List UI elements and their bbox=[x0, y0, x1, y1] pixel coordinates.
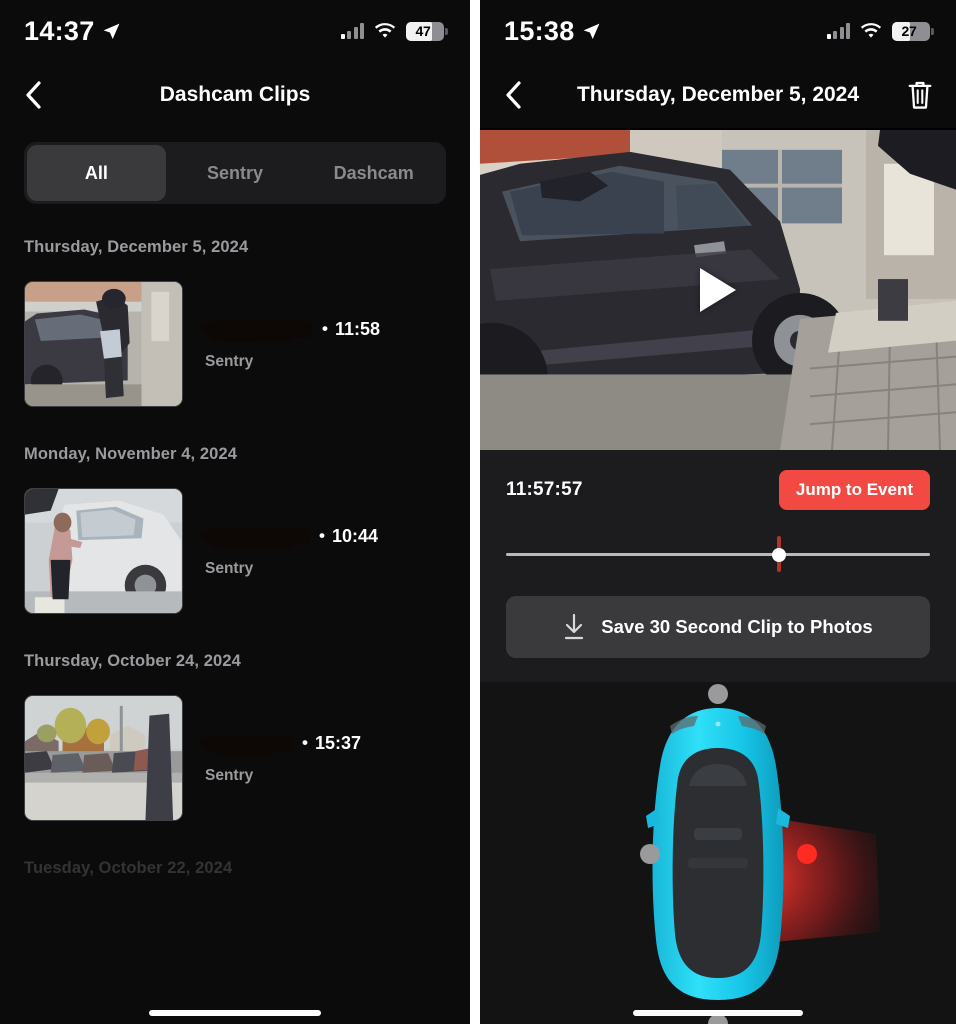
clip-meta: • 11:58 Sentry bbox=[205, 317, 446, 371]
status-time-right: 15:38 bbox=[504, 16, 601, 47]
page-title: Dashcam Clips bbox=[159, 83, 311, 106]
clip-thumbnail[interactable] bbox=[24, 488, 183, 614]
clip-type: Sentry bbox=[205, 767, 254, 784]
tab-sentry[interactable]: Sentry bbox=[166, 145, 305, 201]
clip-type: Sentry bbox=[205, 560, 254, 577]
tab-dashcam[interactable]: Dashcam bbox=[304, 145, 443, 201]
battery-percent-right: 27 bbox=[901, 23, 917, 39]
clip-meta: • 10:44 Sentry bbox=[205, 524, 446, 578]
day-date-label: Tuesday, October 22, 2024 bbox=[24, 859, 233, 877]
left-camera-dot bbox=[640, 844, 660, 864]
location-arrow-icon bbox=[103, 23, 119, 39]
home-indicator-left bbox=[149, 1010, 321, 1016]
day-date-label: Thursday, October 24, 2024 bbox=[24, 652, 241, 670]
chevron-left-icon[interactable] bbox=[22, 79, 46, 111]
redacted-location bbox=[205, 734, 293, 752]
controls-top-row: 11:57:57 Jump to Event bbox=[506, 470, 930, 510]
wifi-icon bbox=[374, 22, 396, 38]
scrubber-knob[interactable] bbox=[772, 548, 787, 562]
playback-controls: 11:57:57 Jump to Event Save 30 Second Cl… bbox=[480, 450, 956, 682]
camera-picker[interactable] bbox=[480, 682, 956, 1024]
day-group: Monday, November 4, 2024 • 10:44 Sentry bbox=[24, 445, 446, 614]
car-top-view-camera-selector bbox=[480, 682, 956, 1024]
redacted-location bbox=[205, 320, 313, 338]
battery-indicator-left: 47 bbox=[406, 21, 448, 41]
clip-list-screen: 14:37 47 Dashcam Clips All Sentry Dashca… bbox=[0, 0, 470, 1024]
download-icon bbox=[565, 614, 584, 640]
day-group-partial: Tuesday, October 22, 2024 bbox=[24, 859, 446, 878]
video-player[interactable] bbox=[480, 128, 956, 450]
list-item[interactable]: • 15:37 Sentry bbox=[24, 695, 446, 821]
playback-timestamp: 11:57:57 bbox=[506, 479, 583, 500]
play-triangle-icon[interactable] bbox=[700, 268, 736, 312]
day-group: Thursday, October 24, 2024 • 15:37 Sentr… bbox=[24, 652, 446, 821]
list-item[interactable]: • 10:44 Sentry bbox=[24, 488, 446, 614]
clip-time: 10:44 bbox=[331, 525, 378, 546]
tab-all[interactable]: All bbox=[27, 145, 166, 201]
location-arrow-icon bbox=[583, 23, 599, 39]
status-indicators-left: 47 bbox=[340, 21, 448, 41]
page-title: Thursday, December 5, 2024 bbox=[576, 83, 860, 106]
redacted-location bbox=[205, 527, 310, 545]
clip-time: 11:58 bbox=[334, 318, 380, 339]
clip-filter-segmented-control[interactable]: All Sentry Dashcam bbox=[24, 142, 446, 204]
dual-phone-screenshot: 14:37 47 Dashcam Clips All Sentry Dashca… bbox=[0, 0, 956, 1024]
meta-separator: • bbox=[302, 733, 308, 752]
jump-to-event-button[interactable]: Jump to Event bbox=[778, 470, 930, 510]
person-at-white-car-door-thumbnail bbox=[25, 489, 182, 613]
scrubber-track[interactable] bbox=[506, 553, 930, 556]
status-time-text: 15:38 bbox=[504, 15, 575, 46]
dark-car-beside-building-thumbnail bbox=[25, 282, 182, 406]
day-date-label: Thursday, December 5, 2024 bbox=[24, 238, 249, 256]
clip-meta: • 15:37 Sentry bbox=[205, 731, 446, 785]
meta-separator: • bbox=[319, 526, 325, 545]
front-camera-dot bbox=[708, 684, 728, 704]
nav-bar-right: Thursday, December 5, 2024 bbox=[480, 62, 956, 128]
clip-player-screen: 15:38 27 Thursday, December 5, 2024 11:5… bbox=[480, 0, 956, 1024]
day-group: Thursday, December 5, 2024 • 11:58 Sentr… bbox=[24, 238, 446, 407]
battery-percent-left: 47 bbox=[415, 23, 431, 39]
clip-list[interactable]: Thursday, December 5, 2024 • 11:58 Sentr… bbox=[0, 238, 470, 878]
meta-separator: • bbox=[322, 319, 328, 338]
status-bar-left: 14:37 47 bbox=[0, 0, 470, 62]
nav-bar-left: Dashcam Clips bbox=[0, 62, 470, 128]
status-time-left: 14:37 bbox=[24, 16, 121, 47]
save-clip-label: Save 30 Second Clip to Photos bbox=[601, 616, 873, 637]
parking-lot-with-trees-thumbnail bbox=[25, 696, 182, 820]
save-clip-button[interactable]: Save 30 Second Clip to Photos bbox=[506, 596, 930, 658]
home-indicator-right bbox=[633, 1010, 803, 1016]
clip-time: 15:37 bbox=[314, 732, 361, 753]
status-time-text: 14:37 bbox=[24, 15, 95, 46]
right-camera-dot-active bbox=[797, 844, 817, 864]
list-item[interactable]: • 11:58 Sentry bbox=[24, 281, 446, 407]
playback-scrubber[interactable] bbox=[506, 536, 930, 572]
battery-indicator-right: 27 bbox=[892, 21, 934, 41]
clip-type: Sentry bbox=[205, 353, 254, 370]
status-bar-right: 15:38 27 bbox=[480, 0, 956, 62]
clip-thumbnail[interactable] bbox=[24, 695, 183, 821]
status-indicators-right: 27 bbox=[826, 21, 934, 41]
tesla-car-outline bbox=[646, 708, 790, 1000]
chevron-left-icon[interactable] bbox=[502, 79, 526, 111]
panel-divider bbox=[470, 0, 480, 1024]
trash-icon[interactable] bbox=[906, 79, 934, 111]
cellular-bars-icon bbox=[340, 23, 364, 39]
cellular-bars-icon bbox=[826, 23, 850, 39]
clip-thumbnail[interactable] bbox=[24, 281, 183, 407]
wifi-icon bbox=[860, 22, 882, 38]
day-date-label: Monday, November 4, 2024 bbox=[24, 445, 238, 463]
